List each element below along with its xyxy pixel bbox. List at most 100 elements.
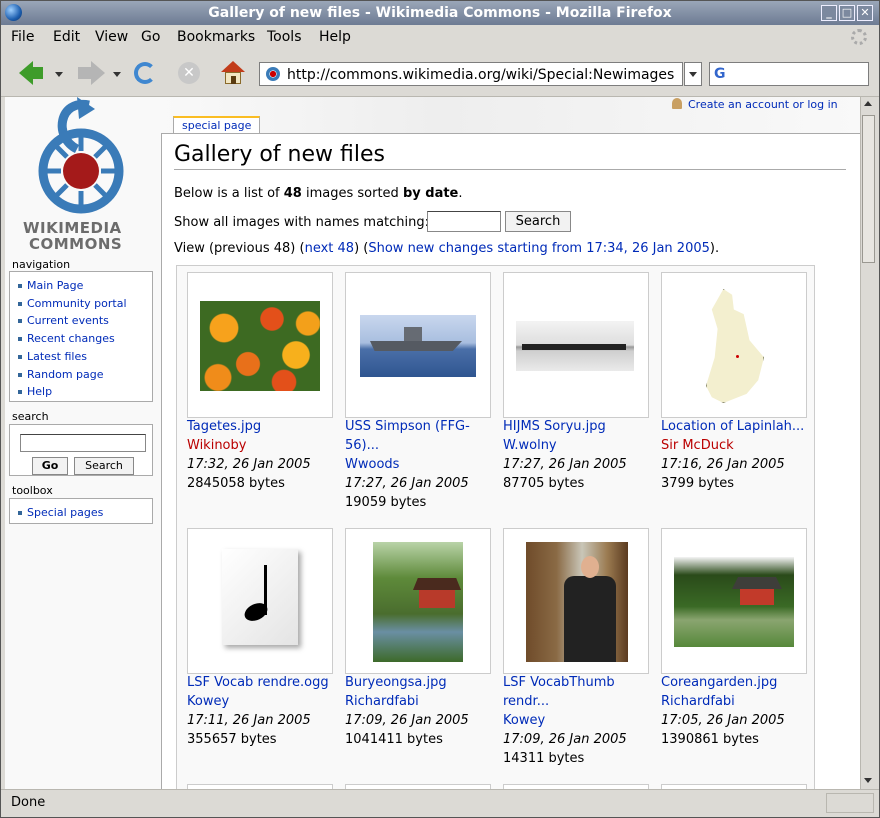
file-size: 19059 bytes	[345, 495, 427, 510]
scroll-thumb[interactable]	[862, 115, 875, 263]
user-link[interactable]: Wwoods	[345, 455, 495, 474]
sidebar-item-community-portal[interactable]: Community portal	[18, 295, 152, 313]
scroll-down-icon[interactable]	[864, 778, 872, 783]
stop-icon[interactable]: ✕	[178, 62, 200, 84]
url-history-dropdown[interactable]	[684, 62, 702, 86]
maximize-button[interactable]: □	[839, 5, 855, 21]
create-account-text[interactable]: Create an account or log in	[688, 98, 838, 111]
forward-button[interactable]	[78, 67, 91, 79]
file-link[interactable]: LSF Vocab rendre.ogg	[187, 673, 337, 692]
search-heading: search	[12, 410, 49, 423]
back-history-dropdown-icon[interactable]	[55, 72, 63, 77]
forward-arrow-icon[interactable]	[91, 61, 105, 85]
window-title: Gallery of new files - Wikimedia Commons…	[208, 5, 672, 21]
menu-help[interactable]: Help	[319, 29, 351, 45]
url-bar[interactable]: http://commons.wikimedia.org/wiki/Specia…	[259, 62, 683, 86]
home-icon[interactable]	[221, 61, 245, 85]
menu-tools[interactable]: Tools	[267, 29, 302, 45]
pavilion-roof	[732, 577, 782, 589]
close-button[interactable]: ✕	[857, 5, 873, 21]
wikimedia-commons-logo[interactable]: WIKIMEDIA COMMONS	[19, 97, 159, 257]
back-button[interactable]	[31, 67, 43, 79]
home-door	[231, 76, 236, 84]
user-link[interactable]: W.wolny	[503, 436, 653, 455]
file-link[interactable]: HIJMS Soryu.jpg	[503, 417, 653, 436]
thumbnail-frame[interactable]	[345, 272, 491, 418]
vertical-scrollbar[interactable]	[860, 97, 876, 789]
file-link[interactable]: Coreangarden.jpg	[661, 673, 811, 692]
file-size: 14311 bytes	[503, 751, 585, 766]
thumbnail-image[interactable]	[360, 315, 476, 377]
url-text[interactable]: http://commons.wikimedia.org/wiki/Specia…	[287, 67, 674, 83]
user-link[interactable]: Sir McDuck	[661, 436, 811, 455]
menu-file[interactable]: File	[11, 29, 34, 45]
sidebar-item-latest-files[interactable]: Latest files	[18, 348, 152, 366]
search-button[interactable]: Search	[74, 457, 134, 475]
go-button[interactable]: Go	[32, 457, 68, 475]
scroll-up-icon[interactable]	[864, 101, 872, 106]
thumbnail-image[interactable]	[674, 557, 794, 647]
chevron-down-icon	[689, 72, 697, 77]
web-search-box[interactable]: G	[709, 62, 869, 86]
user-link[interactable]: Richardfabi	[661, 692, 811, 711]
show-new-changes-link[interactable]: Show new changes starting from 17:34, 26…	[368, 241, 710, 256]
file-link[interactable]: Location of Lapinlah...	[661, 417, 811, 436]
view-mid: ) (	[354, 241, 369, 256]
forward-history-dropdown-icon[interactable]	[113, 72, 121, 77]
menu-bookmarks[interactable]: Bookmarks	[177, 29, 255, 45]
search-portlet: Go Search	[9, 424, 153, 476]
thumbnail-image[interactable]	[516, 321, 634, 371]
menu-view[interactable]: View	[95, 29, 128, 45]
sidebar-item-help[interactable]: Help	[18, 383, 152, 401]
thumbnail-frame[interactable]	[187, 528, 333, 674]
view-end: ).	[709, 241, 720, 256]
user-link[interactable]: Kowey	[187, 692, 337, 711]
filter-label: Show all images with names matching:	[174, 215, 430, 230]
user-link[interactable]: Kowey	[503, 711, 653, 730]
sidebar-item-random-page[interactable]: Random page	[18, 366, 152, 384]
tab-special-page[interactable]: special page	[173, 116, 261, 134]
create-account-link[interactable]: Create an account or log in	[672, 98, 838, 111]
file-size: 2845058 bytes	[187, 476, 285, 491]
temple-building	[419, 590, 455, 608]
reload-icon[interactable]	[134, 62, 156, 84]
thumbnail-image[interactable]	[373, 542, 463, 662]
google-search-icon[interactable]: G	[714, 66, 726, 82]
navigation-heading: navigation	[12, 258, 71, 271]
menu-edit[interactable]: Edit	[53, 29, 80, 45]
menu-go[interactable]: Go	[141, 29, 160, 45]
filter-search-button[interactable]: Search	[505, 211, 571, 232]
file-link[interactable]: Tagetes.jpg	[187, 417, 337, 436]
web-content: WIKIMEDIA COMMONS navigation Main Page C…	[5, 97, 860, 789]
sidebar-item-current-events[interactable]: Current events	[18, 312, 152, 330]
thumbnail-frame[interactable]	[503, 528, 649, 674]
file-link[interactable]: LSF VocabThumb rendr...	[503, 673, 653, 711]
thumbnail-frame[interactable]	[661, 528, 807, 674]
next-48-link[interactable]: next 48	[305, 241, 354, 256]
toolbox-heading: toolbox	[12, 484, 53, 497]
thumbnail-frame[interactable]	[503, 272, 649, 418]
thumbnail-image[interactable]	[200, 301, 320, 391]
upload-date: 17:09, 26 Jan 2005	[345, 713, 469, 728]
thumbnail-image[interactable]	[700, 283, 772, 409]
sidebar-item-recent-changes[interactable]: Recent changes	[18, 330, 152, 348]
file-link[interactable]: Buryeongsa.jpg	[345, 673, 495, 692]
thumbnail-image[interactable]	[526, 542, 628, 662]
thumbnail-frame[interactable]	[345, 528, 491, 674]
user-link[interactable]: Wikinoby	[187, 436, 337, 455]
upload-date: 17:16, 26 Jan 2005	[661, 457, 785, 472]
user-link[interactable]: Richardfabi	[345, 692, 495, 711]
commons-favicon-icon	[266, 67, 280, 81]
logo-word-commons: COMMONS	[29, 235, 123, 253]
sidebar-search-input[interactable]	[20, 434, 146, 452]
minimize-button[interactable]: _	[821, 5, 837, 21]
thumbnail-image[interactable]	[222, 549, 298, 645]
thumbnail-frame[interactable]	[661, 272, 807, 418]
upload-date: 17:09, 26 Jan 2005	[503, 732, 627, 747]
temple-roof	[413, 578, 461, 590]
thumbnail-frame[interactable]	[187, 272, 333, 418]
sidebar-item-main-page[interactable]: Main Page	[18, 277, 152, 295]
filter-input[interactable]	[427, 211, 501, 232]
sidebar-item-special-pages[interactable]: Special pages	[18, 504, 152, 522]
file-link[interactable]: USS Simpson (FFG-56)...	[345, 417, 495, 455]
